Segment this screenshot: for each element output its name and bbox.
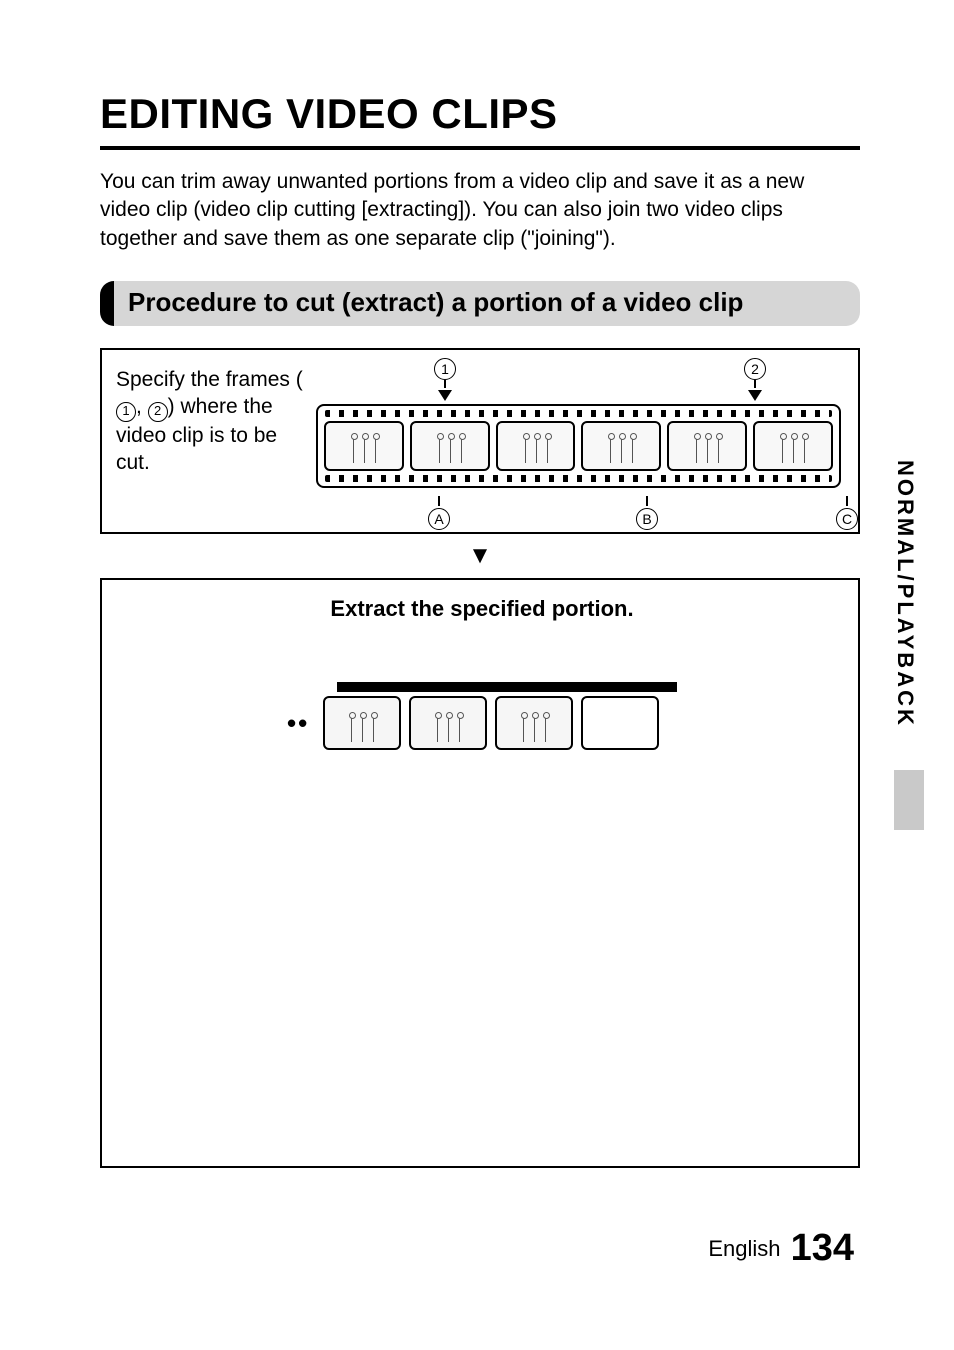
- cut-marker-2: 2: [744, 358, 766, 401]
- filmstrip-full: [316, 404, 841, 488]
- filmstrip-area: 1 2: [316, 364, 848, 518]
- specify-frames-text: Specify the frames (1, 2) where the vide…: [116, 364, 312, 518]
- sprocket-holes-bottom: [325, 475, 832, 482]
- side-tab-index-mark: [894, 770, 924, 830]
- circled-2-inline: 2: [148, 402, 168, 422]
- side-tab-label: NORMAL/PLAYBACK: [892, 460, 918, 728]
- frame: [581, 421, 661, 471]
- page-number: 134: [791, 1227, 854, 1269]
- circled-b: B: [636, 508, 658, 530]
- ellipsis-dots: ••: [287, 708, 315, 739]
- extracted-frame: [495, 696, 573, 750]
- segment-label-a: A: [428, 496, 450, 530]
- extract-title: Extract the specified portion.: [116, 596, 848, 622]
- arrow-down-icon: [748, 390, 762, 401]
- diagram-extract-portion: Extract the specified portion. ••: [100, 578, 860, 1168]
- circled-2-marker: 2: [744, 358, 766, 380]
- circled-1-marker: 1: [434, 358, 456, 380]
- flow-arrow-down-icon: ▼: [100, 542, 860, 570]
- segment-label-c: C: [836, 496, 858, 530]
- extracted-frame: [409, 696, 487, 750]
- sprocket-holes-top: [325, 410, 832, 417]
- page-content: EDITING VIDEO CLIPS You can trim away un…: [100, 90, 860, 1168]
- page-title: EDITING VIDEO CLIPS: [100, 90, 860, 150]
- intro-paragraph: You can trim away unwanted portions from…: [100, 168, 860, 253]
- frame: [667, 421, 747, 471]
- section-header: Procedure to cut (extract) a portion of …: [100, 281, 860, 326]
- frame: [324, 421, 404, 471]
- cut-marker-1: 1: [434, 358, 456, 401]
- frame: [753, 421, 833, 471]
- segment-label-b: B: [636, 496, 658, 530]
- frame: [410, 421, 490, 471]
- circled-1-inline: 1: [116, 402, 136, 422]
- diagram-specify-frames: Specify the frames (1, 2) where the vide…: [100, 348, 860, 534]
- page-footer: English 134: [708, 1227, 854, 1270]
- frame: [496, 421, 576, 471]
- circled-a: A: [428, 508, 450, 530]
- arrow-down-icon: [438, 390, 452, 401]
- footer-language: English: [708, 1236, 780, 1261]
- extracted-strip: ••: [287, 682, 677, 750]
- frames-row: [322, 418, 835, 474]
- specify-text-sep: ,: [136, 395, 148, 418]
- specify-text-pre: Specify the frames (: [116, 368, 303, 391]
- extracted-frame: [323, 696, 401, 750]
- extracted-frame-empty: [581, 696, 659, 750]
- sprocket-bar: [337, 682, 677, 692]
- circled-c: C: [836, 508, 858, 530]
